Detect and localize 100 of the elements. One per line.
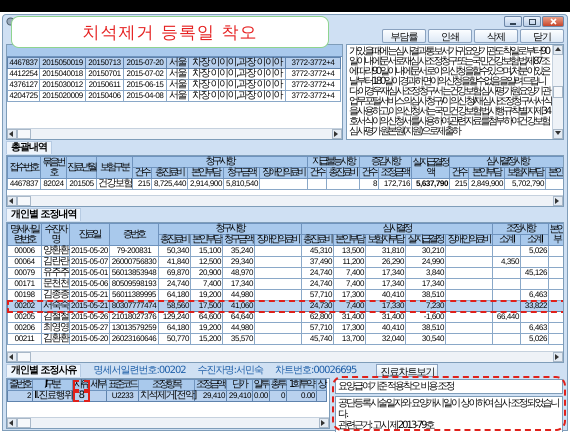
toolbar-button[interactable]: 삭제 — [474, 29, 518, 43]
scroll-left-button[interactable] — [7, 129, 17, 139]
column-header[interactable]: 수진자명 — [42, 224, 70, 246]
column-header[interactable]: 총투 — [270, 380, 286, 390]
scroll-thumb[interactable] — [553, 86, 563, 98]
column-header[interactable]: 세부 — [90, 380, 106, 390]
scroll-up-button[interactable] — [553, 45, 563, 55]
column-header[interactable]: 조정항목 — [138, 380, 194, 390]
column-header[interactable]: 증번호 — [110, 224, 158, 246]
table-cell: 2015-05-20 — [70, 334, 110, 344]
vertical-scrollbar[interactable] — [552, 45, 563, 139]
table-cell — [254, 312, 302, 322]
table-row[interactable]: 2 II.진료행위 8 U2233 치석제거[전악] 29,410 29,410 0.00 0 0.00 — [8, 390, 326, 402]
column-header[interactable]: 줄번호 — [8, 380, 32, 390]
table-row[interactable]: 00211 김환환 2015-05-20 26023160646 50,770 15,200 35,570 45,740 13,700 32,040 30,540 5,026 — [8, 334, 563, 344]
scroll-thumb[interactable] — [17, 129, 31, 139]
table-cell: 3772-3772+4 — [286, 90, 340, 102]
scroll-right-button[interactable] — [553, 352, 563, 362]
table-cell: 00211 — [8, 334, 42, 344]
horizontal-scrollbar[interactable] — [7, 195, 563, 206]
table-cell: -1,600 — [406, 312, 446, 322]
column-header[interactable]: 명세서일련번호 — [8, 224, 42, 246]
table-row[interactable]: 00079 유주주 2015-05-01 56013853948 69,870 20,900 48,970 24,740 7,400 17,340 3,840 45,126 — [8, 268, 563, 278]
scroll-right-button[interactable] — [332, 129, 342, 139]
remark-textarea[interactable]: 공단등록시술일자와 요양개시일이 상이하여 심사 조정되었습니다. 관련근거: 고시 제2013-79호 — [335, 396, 563, 432]
table-row[interactable]: 4467837 82024 201505 건강보험 215 8,725,440 2,914,900 5,810,540 8 172,716 5,637,790 215 2,849,900 5,702,790 — [8, 178, 563, 190]
column-header[interactable]: 총진료비 — [326, 168, 360, 178]
column-header[interactable]: 상 — [316, 380, 326, 390]
scroll-left-button[interactable] — [7, 418, 17, 428]
toolbar-button[interactable]: 인쇄 — [428, 29, 472, 43]
scroll-left-button[interactable] — [7, 352, 17, 362]
info-label: 차트번호:00026695 — [275, 365, 356, 377]
section-tab[interactable]: 개인별 조정사유 — [6, 364, 82, 377]
scroll-right-button[interactable] — [553, 196, 563, 206]
column-header[interactable]: 접수번호 — [8, 156, 40, 178]
column-header[interactable]: 총진료비 — [152, 168, 188, 178]
table-row[interactable]: 4376127 2015030012 20150611 2015-06-15 서울 차장 이이이,과장 이이아 3772-3772+4 — [8, 80, 340, 90]
column-header[interactable]: 단가 — [226, 380, 252, 390]
table-row[interactable]: 00202 서숙숙 2015-05-21 80307777474 58,560 17,500 41,060 24,730 7,400 17,330 7,230 33,822 — [8, 300, 563, 312]
column-header[interactable]: 총진료비 — [302, 234, 334, 246]
column-header[interactable]: 보험자부담 — [366, 234, 406, 246]
chart-view-button[interactable]: 진료차트보기 — [376, 364, 438, 377]
scroll-thumb[interactable] — [17, 352, 31, 362]
table-cell: 유주주 — [42, 268, 70, 278]
info-label: 수진자명:서민숙 — [198, 365, 264, 377]
column-header[interactable]: 진료년월 — [66, 156, 96, 178]
column-header[interactable]: 총진료비 — [158, 234, 190, 246]
column-header[interactable]: 일투 — [252, 380, 270, 390]
column-header[interactable]: 1회투약 — [286, 380, 316, 390]
column-header[interactable]: 본인부담 — [190, 234, 222, 246]
table-row[interactable]: 00006 양환환 2015-05-20 79-200831 50,340 15,100 35,240 45,310 13,500 31,810 30,210 5,026 — [8, 246, 563, 256]
column-header[interactable]: 실지급결정 — [406, 234, 446, 246]
column-header[interactable]: 장애인의료비 — [446, 234, 492, 246]
table-row[interactable]: 4412254 2015040018 20150701 2015-07-02 서울 차장 이이이,과장 이이아 3772-3772+4 — [8, 68, 340, 80]
table-cell: 00202 — [8, 300, 42, 312]
column-header[interactable]: 실지급결정액 — [412, 156, 450, 178]
table-row[interactable]: 00171 문천천 2015-05-06 80509598193 24,740 7,400 17,340 24,740 7,400 17,340 17,340 — [8, 278, 563, 290]
scroll-thumb[interactable] — [17, 418, 31, 428]
column-header[interactable]: 장애인의료비 — [254, 234, 302, 246]
table-cell: 김란란 — [42, 256, 70, 268]
column-header[interactable]: 장애인의료비 — [260, 168, 308, 178]
horizontal-scrollbar[interactable] — [7, 417, 329, 428]
table-row[interactable]: 4467837 2015050019 20150713 2015-07-20 서울 차장 이이이,과장 이이아 3772-3772+4 — [8, 58, 340, 68]
table-row[interactable]: 00064 김란란 2015-05-07 26000756830 41,840 12,500 29,340 37,490 11,200 26,290 24,990 4,350 — [8, 256, 563, 268]
column-header[interactable]: 보험자부담 — [504, 168, 546, 178]
toolbar-button[interactable]: 닫기 — [520, 29, 564, 43]
table-row[interactable]: 4204725 2015020009 20150406 2015-04-08 서울 차장 이이이,과장 이이아 3772-3772+4 — [8, 90, 340, 102]
close-button[interactable] — [542, 16, 564, 27]
column-header[interactable]: 표준코드 — [106, 380, 138, 390]
scroll-down-button[interactable] — [553, 129, 563, 139]
column-header[interactable]: 묶음번호 — [40, 156, 66, 178]
column-header[interactable]: I/II 구분 — [32, 380, 72, 390]
column-header[interactable]: 진료일 — [70, 224, 110, 246]
column-header[interactable]: 본인부 — [548, 224, 563, 246]
section-tab[interactable]: 개인별 조정내역 — [6, 208, 82, 221]
table-cell: 66,440 — [492, 312, 520, 322]
section-tab[interactable]: 총괄내역 — [6, 141, 52, 154]
table-cell: 79-200831 — [110, 246, 158, 256]
arrow-icon — [8, 130, 16, 138]
column-header[interactable]: 보험구분 — [96, 156, 132, 178]
column-header[interactable]: 본인부담 — [188, 168, 224, 178]
table-cell: 2015-04-08 — [124, 90, 166, 102]
horizontal-scrollbar[interactable] — [7, 128, 342, 139]
column-group-header: 심사결정 — [302, 224, 492, 234]
column-header[interactable]: 조정금액 — [194, 380, 226, 390]
scroll-right-button[interactable] — [319, 418, 329, 428]
table-cell: 82024 — [40, 178, 66, 190]
scroll-left-button[interactable] — [7, 196, 17, 206]
table-row[interactable]: 00206 최영영 2015-05-27 13013579259 64,180 19,200 44,980 57,710 17,300 40,410 38,510 6,463 — [8, 322, 563, 334]
column-header[interactable]: 청구금액 — [224, 168, 260, 178]
minimize-button[interactable] — [504, 16, 522, 27]
scroll-thumb[interactable] — [17, 196, 31, 206]
column-header[interactable]: 본인부담 — [468, 168, 504, 178]
column-header[interactable]: 본인부담 — [334, 234, 366, 246]
maximize-button[interactable] — [523, 16, 541, 27]
remark-textarea[interactable]: 요양급여기준 적용착오 비용 조정 — [335, 379, 563, 394]
horizontal-scrollbar[interactable] — [7, 351, 563, 362]
table-cell: 45,740 — [302, 334, 334, 344]
column-header[interactable]: 청구금액 — [222, 234, 254, 246]
toolbar-button[interactable]: 부담률 — [382, 29, 426, 43]
